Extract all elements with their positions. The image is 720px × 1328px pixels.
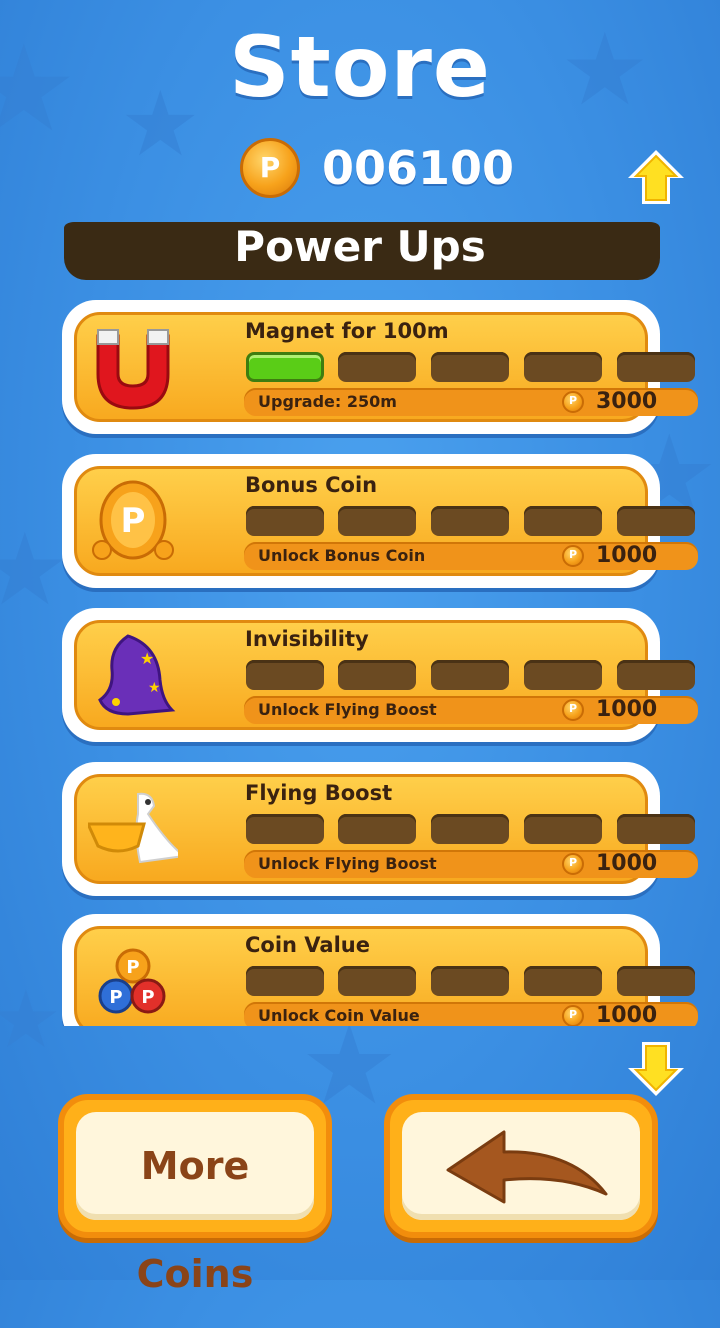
upgrade-button[interactable]: Upgrade: 250m P 3000 — [244, 388, 698, 416]
level-segment — [617, 966, 695, 996]
coin-balance: 006100 — [322, 141, 515, 195]
level-segment — [524, 352, 602, 382]
svg-text:★: ★ — [140, 649, 154, 668]
powerup-card-invisibility[interactable]: ★ ★ Invisibility Unlock Flying Boost P 1… — [62, 608, 698, 742]
level-segment-filled — [246, 352, 324, 382]
upgrade-info: Upgrade: 250m — [258, 392, 397, 411]
level-segment — [524, 506, 602, 536]
price: 1000 — [596, 697, 658, 722]
level-segment — [431, 506, 509, 536]
level-bars — [246, 352, 696, 382]
unlock-button[interactable]: Unlock Flying Boost P 1000 — [244, 696, 698, 724]
upgrade-info: Unlock Coin Value — [258, 1006, 420, 1025]
level-segment — [524, 660, 602, 690]
back-button[interactable] — [384, 1094, 658, 1238]
level-bars — [246, 660, 696, 690]
section-title: Power Ups — [234, 222, 486, 271]
unlock-button[interactable]: Unlock Bonus Coin P 1000 — [244, 542, 698, 570]
scroll-down-arrow-icon[interactable] — [624, 1036, 688, 1100]
bonus-coin-icon: P — [92, 480, 174, 560]
level-segment — [431, 352, 509, 382]
magnet-icon — [96, 329, 170, 410]
level-segment — [617, 660, 695, 690]
powerup-card-magnet[interactable]: Magnet for 100m Upgrade: 250m P 3000 — [62, 300, 698, 434]
level-bars — [246, 506, 696, 536]
upgrade-info: Unlock Flying Boost — [258, 700, 437, 719]
level-segment — [338, 660, 416, 690]
level-segment — [246, 966, 324, 996]
coin-icon: P — [562, 853, 584, 875]
level-segment — [338, 814, 416, 844]
level-segment — [246, 506, 324, 536]
powerup-name: Invisibility — [245, 627, 369, 651]
coin-icon: P — [562, 699, 584, 721]
level-segment — [617, 814, 695, 844]
level-segment — [338, 506, 416, 536]
upgrade-info: Unlock Flying Boost — [258, 854, 437, 873]
level-bars — [246, 814, 696, 844]
more-coins-button[interactable]: More Coins — [58, 1094, 332, 1296]
price: 1000 — [596, 851, 658, 876]
pelican-icon — [88, 792, 178, 864]
unlock-button[interactable]: Unlock Coin Value P 1000 — [244, 1002, 698, 1026]
scroll-up-arrow-icon[interactable] — [624, 146, 688, 210]
price: 1000 — [596, 1003, 658, 1026]
level-segment — [338, 966, 416, 996]
level-segment — [338, 352, 416, 382]
coin-icon: P — [240, 138, 300, 198]
svg-text:P: P — [126, 957, 139, 978]
powerup-card-bonus-coin[interactable]: P Bonus Coin Unlock Bonus Coin P 1000 — [62, 454, 698, 588]
price: 1000 — [596, 543, 658, 568]
powerup-name: Flying Boost — [245, 781, 393, 805]
unlock-button[interactable]: Unlock Flying Boost P 1000 — [244, 850, 698, 878]
level-segment — [431, 966, 509, 996]
powerup-card-coin-value[interactable]: P P P Coin Value Unlock Coin Value P 100… — [62, 914, 698, 1026]
price: 3000 — [596, 389, 658, 414]
powerup-name: Bonus Coin — [245, 473, 378, 497]
powerup-name: Magnet for 100m — [245, 319, 449, 343]
level-bars — [246, 966, 696, 996]
level-segment — [246, 814, 324, 844]
powerup-card-flying-boost[interactable]: Flying Boost Unlock Flying Boost P 1000 — [62, 762, 698, 896]
coin-icon: P — [562, 545, 584, 567]
store-title: Store — [229, 18, 491, 116]
level-segment — [246, 660, 324, 690]
coin-icon: P — [562, 1005, 584, 1026]
level-segment — [617, 506, 695, 536]
level-segment — [617, 352, 695, 382]
powerup-list[interactable]: Magnet for 100m Upgrade: 250m P 3000 P B… — [0, 296, 720, 1026]
wizard-hood-icon: ★ ★ — [98, 634, 176, 716]
level-segment — [431, 660, 509, 690]
more-coins-label: More Coins — [136, 1144, 254, 1296]
level-segment — [524, 814, 602, 844]
upgrade-info: Unlock Bonus Coin — [258, 546, 426, 565]
back-arrow-icon — [446, 1130, 608, 1204]
level-segment — [524, 966, 602, 996]
powerup-name: Coin Value — [245, 933, 370, 957]
svg-text:P: P — [109, 987, 122, 1008]
level-segment — [431, 814, 509, 844]
coin-stack-icon: P P P — [98, 948, 166, 1014]
coin-icon: P — [562, 391, 584, 413]
svg-text:★: ★ — [148, 680, 161, 696]
svg-text:P: P — [141, 987, 154, 1008]
svg-text:P: P — [121, 501, 146, 541]
